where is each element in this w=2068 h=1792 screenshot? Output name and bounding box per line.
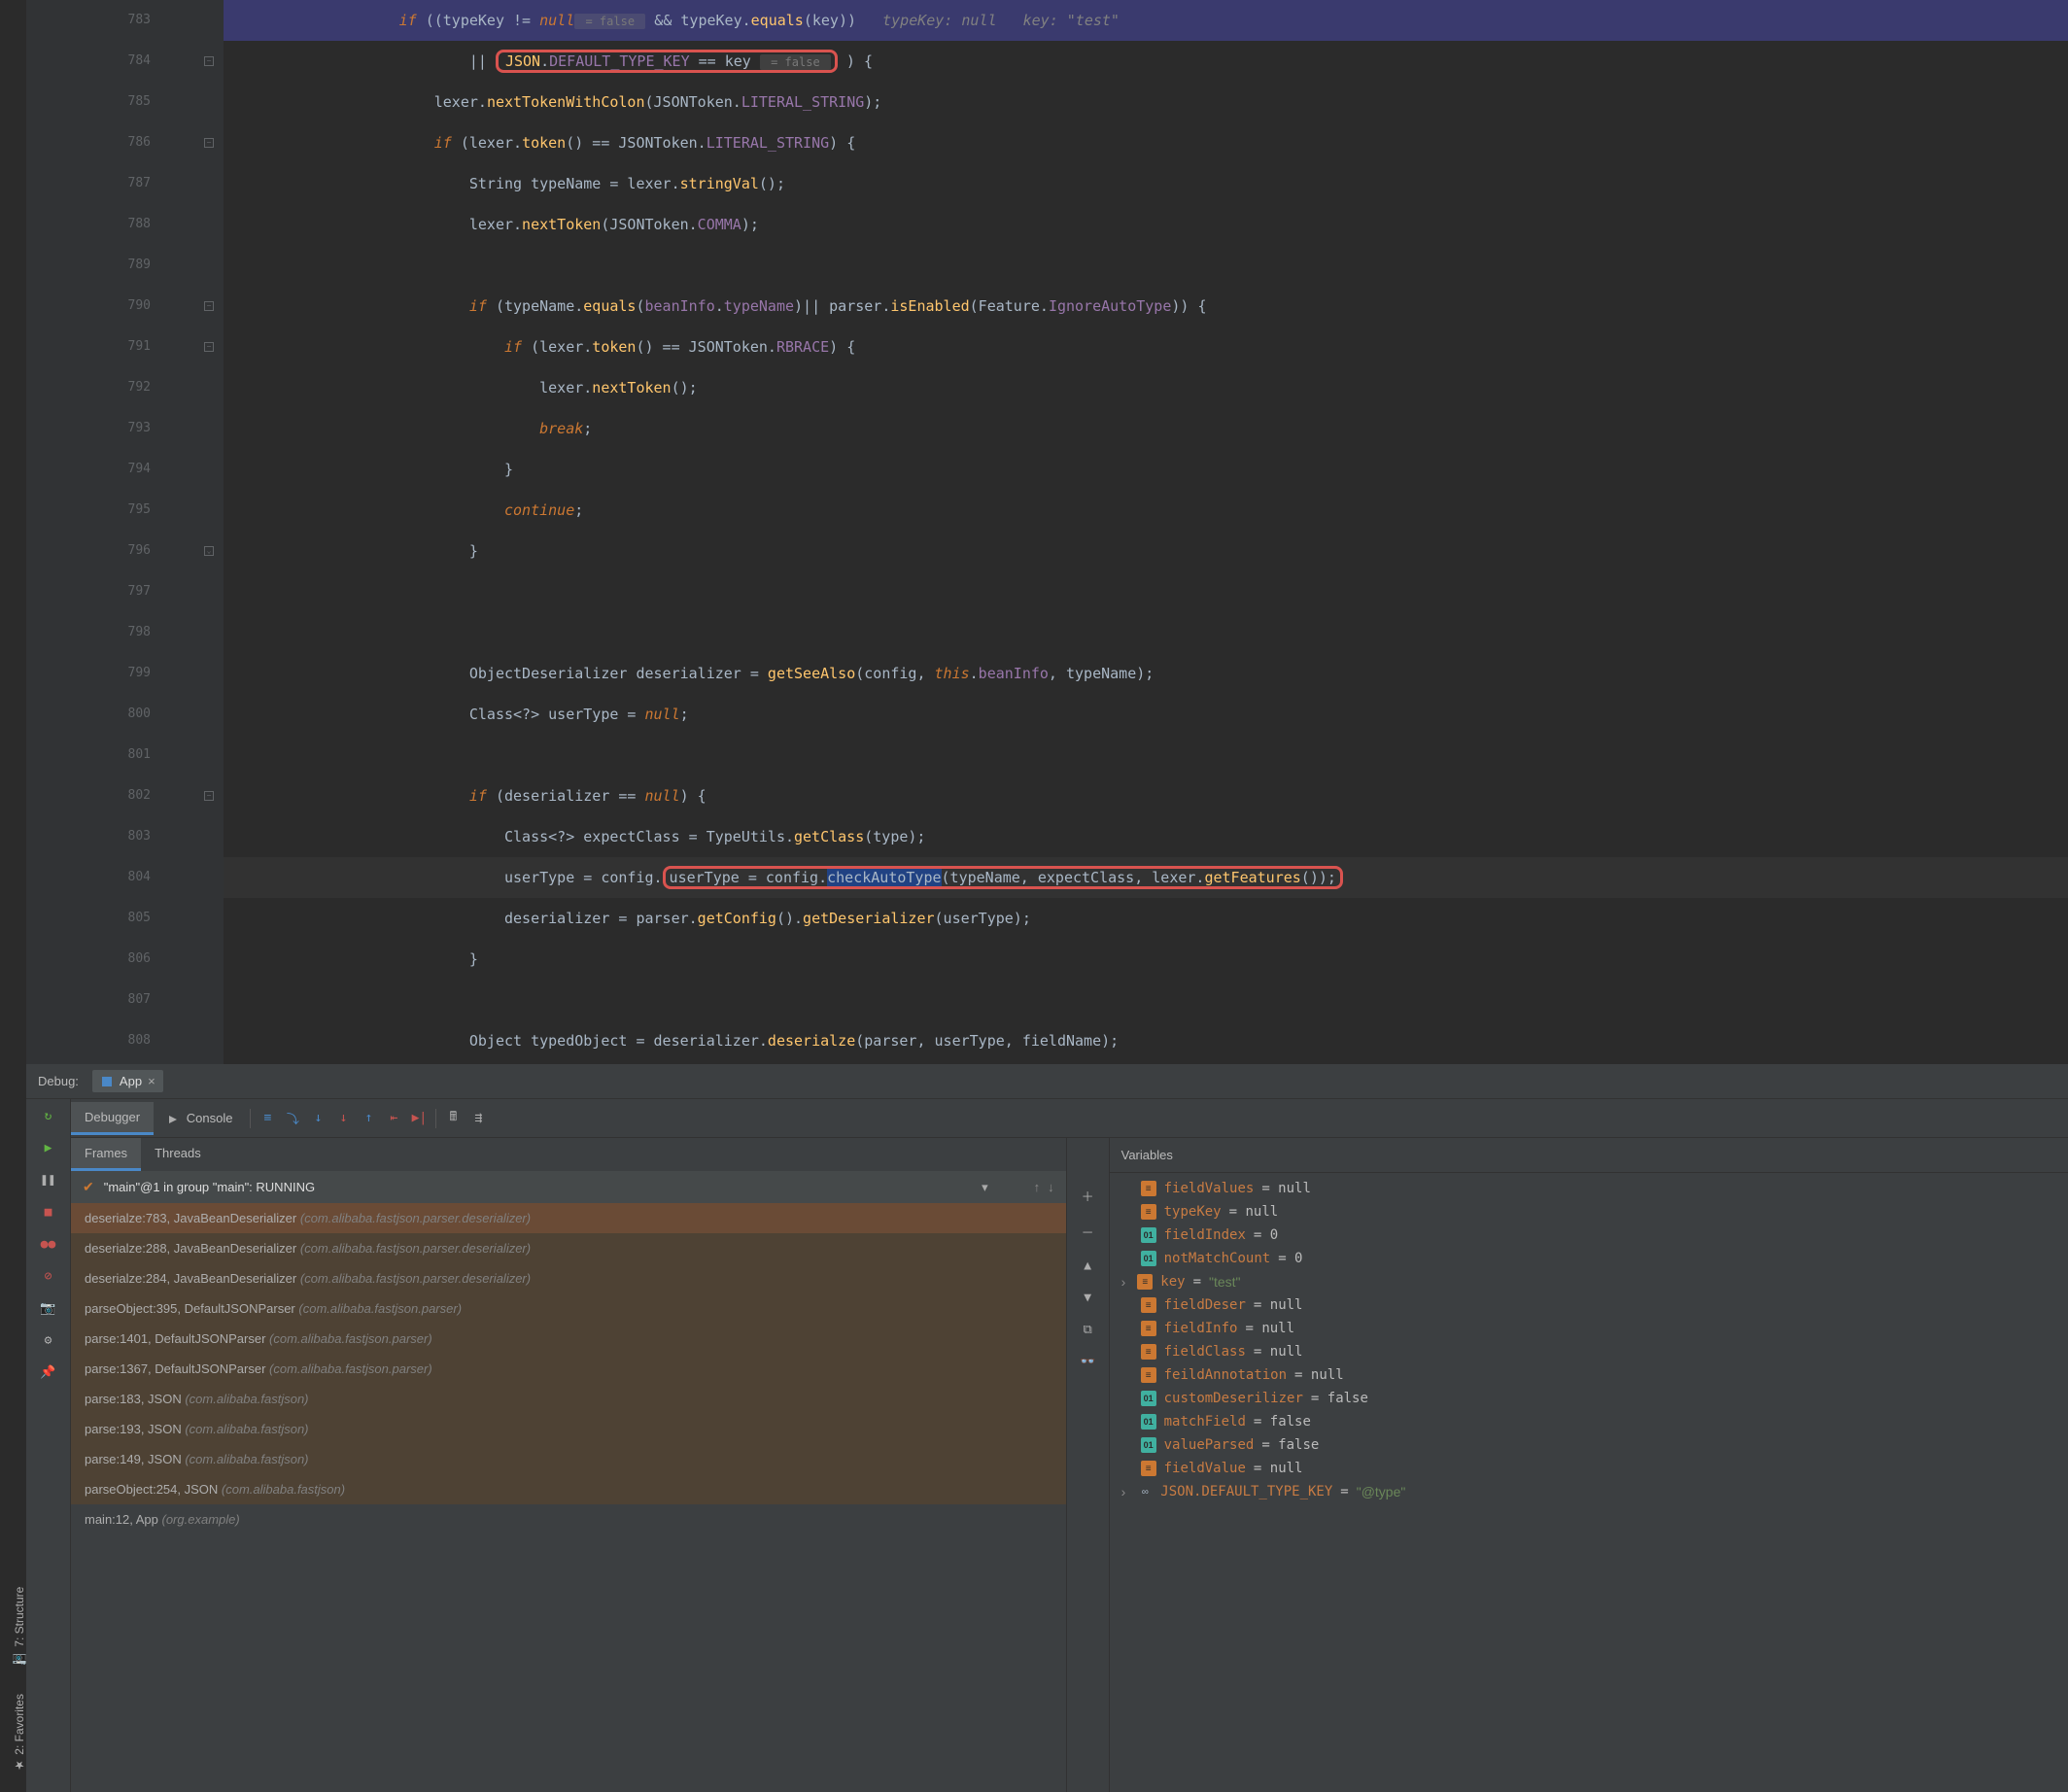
stop-icon[interactable]: ■ — [45, 1205, 52, 1220]
variable-row[interactable]: 01valueParsed = false — [1110, 1433, 2068, 1457]
thread-selector[interactable]: ✔ "main"@1 in group "main": RUNNING ▾ ↑ … — [71, 1171, 1066, 1203]
variables-panel: Variables ≡fieldValues = null≡typeKey = … — [1110, 1138, 2068, 1792]
copy-icon[interactable]: ⧉ — [1083, 1323, 1091, 1337]
favorites-tool-tab[interactable]: ★2: Favorites — [13, 1694, 26, 1773]
primitive-icon: 01 — [1141, 1414, 1156, 1430]
pin-icon[interactable]: 📌 — [40, 1365, 55, 1380]
evaluate-icon[interactable]: 🖩 — [440, 1106, 465, 1131]
frames-panel: Frames Threads ✔ "main"@1 in group "main… — [71, 1138, 1067, 1792]
variable-row[interactable]: ≡feildAnnotation = null — [1110, 1363, 2068, 1387]
variable-row[interactable]: 01fieldIndex = 0 — [1110, 1223, 2068, 1247]
debug-side-toolbar: ↻ ▶ ❚❚ ■ ●● ⊘ 📷 ⚙ 📌 — [26, 1099, 71, 1792]
chevron-down-icon[interactable]: ▾ — [982, 1180, 988, 1195]
next-frame-icon[interactable]: ↓ — [1048, 1180, 1054, 1194]
primitive-icon: 01 — [1141, 1227, 1156, 1243]
debugger-tab[interactable]: Debugger — [71, 1102, 154, 1135]
variable-row[interactable]: 01notMatchCount = 0 — [1110, 1247, 2068, 1270]
link-icon: ∞ — [1137, 1484, 1153, 1499]
variable-row[interactable]: 01customDeserilizer = false — [1110, 1387, 2068, 1410]
stack-frame[interactable]: parse:183, JSON (com.alibaba.fastjson) — [71, 1384, 1066, 1414]
step-over-icon[interactable]: ⤵ — [280, 1106, 305, 1131]
prev-frame-icon[interactable]: ↑ — [1034, 1180, 1041, 1194]
stack-frame[interactable]: parse:1401, DefaultJSONParser (com.aliba… — [71, 1324, 1066, 1354]
fold-marker-icon[interactable]: − — [204, 301, 214, 311]
variable-row[interactable]: ≡fieldInfo = null — [1110, 1317, 2068, 1340]
field-icon: ≡ — [1141, 1204, 1156, 1220]
app-icon — [100, 1075, 114, 1088]
watches-icon[interactable]: 👓 — [1080, 1355, 1095, 1369]
field-icon: ≡ — [1141, 1367, 1156, 1383]
primitive-icon: 01 — [1141, 1437, 1156, 1453]
breakpoints-icon[interactable]: ●● — [41, 1237, 56, 1252]
variable-row[interactable]: ≡fieldValue = null — [1110, 1457, 2068, 1480]
fold-marker-icon[interactable]: − — [204, 138, 214, 148]
stack-frame[interactable]: parse:1367, DefaultJSONParser (com.aliba… — [71, 1354, 1066, 1384]
stack-frame[interactable]: main:12, App (org.example) — [71, 1504, 1066, 1534]
debug-title: Debug: — [38, 1074, 79, 1088]
settings-icon[interactable]: ⚙ — [45, 1333, 52, 1348]
trace-icon[interactable]: ⇶ — [465, 1106, 491, 1131]
highlight-box-1: JSON.DEFAULT_TYPE_KEY == key = false — [496, 50, 838, 73]
stack-frame[interactable]: deserialze:288, JavaBeanDeserializer (co… — [71, 1233, 1066, 1263]
rerun-icon[interactable]: ↻ — [45, 1109, 52, 1123]
add-watch-icon[interactable]: ＋ — [1082, 1187, 1094, 1205]
line-gutter: 783 784− 785 786− 787 788 789 790− 791− … — [26, 0, 224, 1064]
line-number: 783 — [26, 0, 151, 41]
field-icon: ≡ — [1137, 1274, 1153, 1290]
fold-marker-icon[interactable]: ⌄ — [204, 546, 214, 556]
field-icon: ≡ — [1141, 1344, 1156, 1360]
run-to-cursor-icon[interactable]: ▶| — [406, 1106, 431, 1131]
threads-tab[interactable]: Threads — [141, 1138, 215, 1171]
field-icon: ≡ — [1141, 1461, 1156, 1476]
remove-watch-icon[interactable]: － — [1082, 1223, 1094, 1241]
primitive-icon: 01 — [1141, 1391, 1156, 1406]
variable-row[interactable]: ≡fieldClass = null — [1110, 1340, 2068, 1363]
field-icon: ≡ — [1141, 1321, 1156, 1336]
variable-row[interactable]: 01matchField = false — [1110, 1410, 2068, 1433]
code-editor[interactable]: 783 784− 785 786− 787 788 789 790− 791− … — [26, 0, 2068, 1064]
check-icon: ✔ — [83, 1179, 94, 1195]
stack-frame[interactable]: deserialze:284, JavaBeanDeserializer (co… — [71, 1263, 1066, 1293]
variable-row[interactable]: ›≡key = "test" — [1110, 1270, 2068, 1293]
variable-row[interactable]: ›∞JSON.DEFAULT_TYPE_KEY = "@type" — [1110, 1480, 2068, 1503]
fold-marker-icon[interactable]: − — [204, 56, 214, 66]
watch-up-icon[interactable]: ▲ — [1084, 1258, 1091, 1273]
pause-icon[interactable]: ❚❚ — [41, 1173, 56, 1188]
console-icon — [167, 1114, 179, 1125]
stack-frame[interactable]: parse:193, JSON (com.alibaba.fastjson) — [71, 1414, 1066, 1444]
stack-frame[interactable]: parseObject:254, JSON (com.alibaba.fastj… — [71, 1474, 1066, 1504]
debug-run-tab[interactable]: App × — [92, 1070, 163, 1092]
fold-marker-icon[interactable]: − — [204, 342, 214, 352]
console-tab[interactable]: Console — [154, 1103, 246, 1133]
variable-row[interactable]: ≡typeKey = null — [1110, 1200, 2068, 1223]
chevron-right-icon[interactable]: › — [1121, 1274, 1126, 1290]
frames-tab[interactable]: Frames — [71, 1138, 141, 1171]
primitive-icon: 01 — [1141, 1251, 1156, 1266]
step-out-icon[interactable]: ↑ — [356, 1106, 381, 1131]
structure-tool-tab[interactable]: 📷7: Structure — [13, 1587, 26, 1666]
field-icon: ≡ — [1141, 1181, 1156, 1196]
resume-icon[interactable]: ▶ — [45, 1141, 52, 1155]
step-into-icon[interactable]: ↓ — [305, 1106, 330, 1131]
field-icon: ≡ — [1141, 1297, 1156, 1313]
close-icon[interactable]: × — [148, 1074, 155, 1088]
stack-frame[interactable]: parseObject:395, DefaultJSONParser (com.… — [71, 1293, 1066, 1324]
highlight-box-2: userType = config.checkAutoType(typeName… — [663, 866, 1343, 889]
stack-frame[interactable]: parse:149, JSON (com.alibaba.fastjson) — [71, 1444, 1066, 1474]
stack-frame[interactable]: deserialze:783, JavaBeanDeserializer (co… — [71, 1203, 1066, 1233]
show-exec-point-icon[interactable]: ≡ — [255, 1106, 280, 1131]
mute-breakpoints-icon[interactable]: ⊘ — [45, 1269, 52, 1284]
code-content[interactable]: if ((typeKey != null = false && typeKey.… — [224, 0, 2068, 1064]
variable-row[interactable]: ≡fieldDeser = null — [1110, 1293, 2068, 1317]
fold-marker-icon[interactable]: − — [204, 791, 214, 801]
vars-side-icons: ＋ － ▲ ▼ ⧉ 👓 — [1067, 1138, 1110, 1792]
debug-panel: Debug: App × ↻ ▶ ❚❚ ■ ●● ⊘ 📷 ⚙ 📌 Debugge… — [26, 1064, 2068, 1792]
force-step-into-icon[interactable]: ↓ — [330, 1106, 356, 1131]
chevron-right-icon[interactable]: › — [1121, 1484, 1126, 1499]
watch-down-icon[interactable]: ▼ — [1084, 1291, 1091, 1305]
variable-row[interactable]: ≡fieldValues = null — [1110, 1177, 2068, 1200]
drop-frame-icon[interactable]: ⇤ — [381, 1106, 406, 1131]
variables-header: Variables — [1110, 1138, 2068, 1173]
camera-icon[interactable]: 📷 — [40, 1301, 55, 1316]
